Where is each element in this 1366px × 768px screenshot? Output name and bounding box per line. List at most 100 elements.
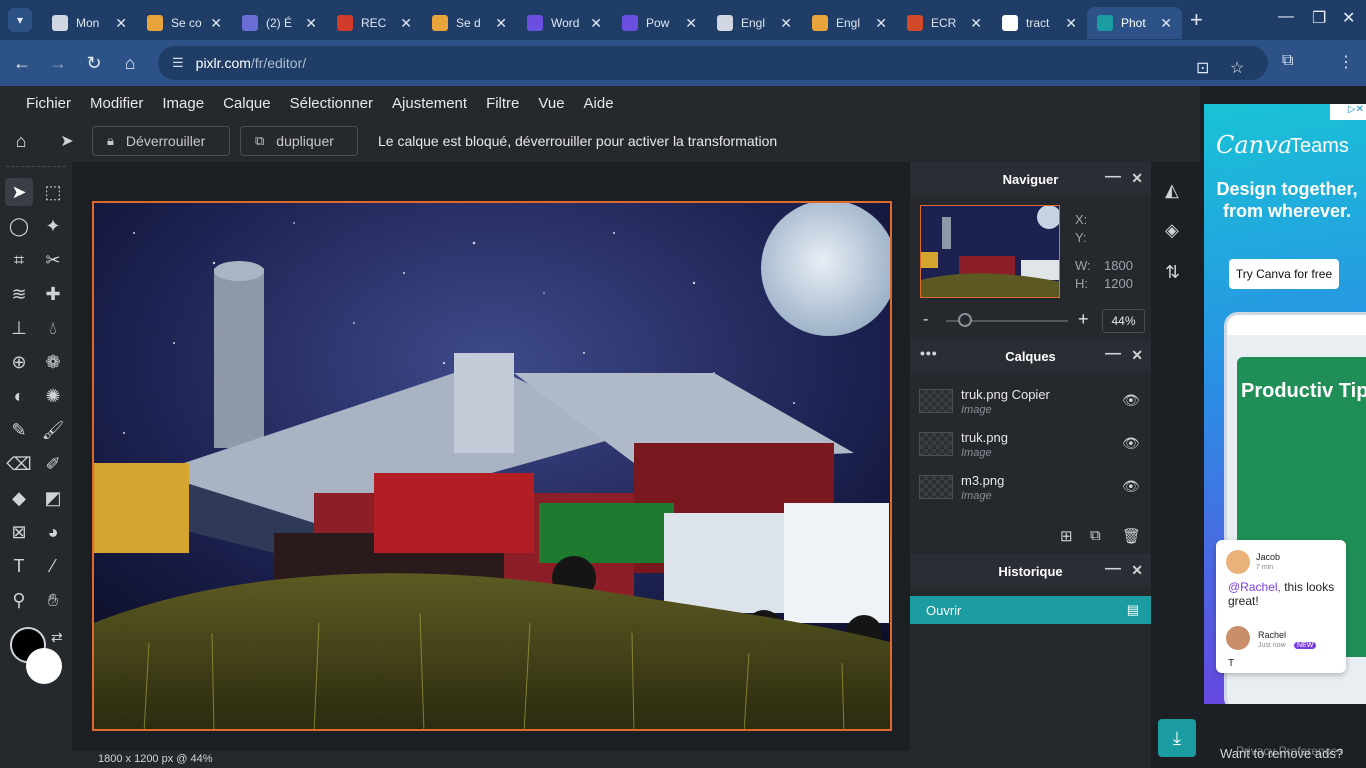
download-icon[interactable]: ⤓	[1158, 719, 1196, 757]
menu-item[interactable]: Fichier	[26, 95, 71, 112]
menu-item[interactable]: Vue	[538, 95, 564, 112]
browser-tab[interactable]: Engl ✕	[802, 7, 897, 39]
hand-tool[interactable]: ✋︎	[39, 586, 67, 614]
dodge-tool[interactable]: ◐	[5, 382, 33, 410]
unlock-button[interactable]: 🔒︎ Déverrouiller	[92, 126, 230, 156]
sponge-tool[interactable]: ⊕	[5, 348, 33, 376]
crop-tool[interactable]: ⌗	[5, 246, 33, 274]
browser-tab[interactable]: tract ✕	[992, 7, 1087, 39]
fill-tool[interactable]: ◆	[5, 484, 33, 512]
layer-row[interactable]: truk.png Copier Image 👁︎	[910, 379, 1151, 422]
address-bar[interactable]: ☰ pixlr.com /fr/editor/ ⊡ ☆	[158, 46, 1268, 80]
blur-tool[interactable]: 💧︎	[39, 314, 67, 342]
zoom-tool[interactable]: ⚲	[5, 586, 33, 614]
frame-tool[interactable]: ⊠	[5, 518, 33, 546]
tab-close-icon[interactable]: ✕	[875, 15, 887, 32]
tab-close-icon[interactable]: ✕	[305, 15, 317, 32]
reload-icon[interactable]: ↻	[76, 53, 112, 74]
zoom-out-button[interactable]: -	[923, 311, 928, 329]
pencil-tool[interactable]: ✎	[5, 416, 33, 444]
brush-tool[interactable]: 🖌︎	[39, 416, 67, 444]
remove-ads-link[interactable]: Want to remove ads?	[1220, 746, 1343, 761]
close-panel-icon[interactable]: ✕	[1131, 562, 1143, 579]
arrange-tool[interactable]: ➤	[5, 178, 33, 206]
duplicate-layer-icon[interactable]: ⧉	[1090, 527, 1101, 544]
layer-options-icon[interactable]: •••	[920, 345, 938, 361]
menu-item[interactable]: Aide	[584, 95, 614, 112]
close-window-icon[interactable]: ✕	[1342, 8, 1355, 28]
close-panel-icon[interactable]: ✕	[1131, 170, 1143, 187]
heal-tool[interactable]: ✚	[39, 280, 67, 308]
install-app-icon[interactable]: ⊡	[1196, 58, 1209, 78]
browser-menu-icon[interactable]: ⋮	[1338, 52, 1354, 72]
layers-toggle-icon[interactable]: ◈	[1165, 220, 1179, 241]
history-toggle-icon[interactable]: ⇅	[1165, 262, 1180, 283]
tab-close-icon[interactable]: ✕	[970, 15, 982, 32]
browser-tab[interactable]: (2) É ✕	[232, 7, 327, 39]
extensions-icon[interactable]: ⧉	[1282, 52, 1293, 70]
background-color-swatch[interactable]	[26, 648, 62, 684]
restore-icon[interactable]: ❐	[1312, 8, 1326, 28]
browser-tab[interactable]: Word ✕	[517, 7, 612, 39]
zoom-percentage-field[interactable]: 44%	[1102, 309, 1145, 333]
tab-close-icon[interactable]: ✕	[210, 15, 222, 32]
delete-layer-icon[interactable]: 🗑︎	[1122, 527, 1141, 545]
tab-close-icon[interactable]: ✕	[115, 15, 127, 32]
minimize-panel-icon[interactable]: —	[1105, 560, 1121, 578]
tab-close-icon[interactable]: ✕	[1065, 15, 1077, 32]
home-app-icon[interactable]: ⌂	[0, 131, 42, 152]
browser-tab[interactable]: Pow ✕	[612, 7, 707, 39]
cutout-tool[interactable]: ✂	[39, 246, 67, 274]
liquify-tool[interactable]: ≋	[5, 280, 33, 308]
tab-search-button[interactable]: ▾	[8, 8, 32, 32]
ad-cta-button[interactable]: Try Canva for free	[1229, 259, 1339, 289]
back-icon[interactable]: ←	[4, 53, 40, 74]
browser-tab[interactable]: Se co ✕	[137, 7, 232, 39]
browser-tab[interactable]: Phot ✕	[1087, 7, 1182, 39]
color-replace-tool[interactable]: ✐	[39, 450, 67, 478]
tab-close-icon[interactable]: ✕	[495, 15, 507, 32]
forward-icon[interactable]: →	[40, 53, 76, 74]
browser-tab[interactable]: REC ✕	[327, 7, 422, 39]
navigator-thumbnail[interactable]	[920, 205, 1060, 298]
zoom-slider-handle[interactable]	[958, 313, 973, 327]
burn-tool[interactable]: ✺	[39, 382, 67, 410]
duplicate-button[interactable]: ⧉ dupliquer	[240, 126, 358, 156]
browser-tab[interactable]: ECR ✕	[897, 7, 992, 39]
tab-close-icon[interactable]: ✕	[780, 15, 792, 32]
minimize-panel-icon[interactable]: —	[1105, 168, 1121, 186]
minimize-panel-icon[interactable]: —	[1105, 345, 1121, 363]
gradient-tool[interactable]: ◩	[39, 484, 67, 512]
swap-colors-icon[interactable]: ⇄	[51, 629, 63, 646]
menu-item[interactable]: Calque	[223, 95, 271, 112]
clone-stamp-tool[interactable]: ⊥	[5, 314, 33, 342]
layer-row[interactable]: truk.png Image 👁︎	[910, 422, 1151, 465]
menu-item[interactable]: Image	[162, 95, 204, 112]
navigator-toggle-icon[interactable]: ◭	[1165, 180, 1179, 201]
site-info-icon[interactable]: ☰	[172, 55, 184, 71]
bookmark-star-icon[interactable]: ☆	[1230, 58, 1244, 78]
tab-close-icon[interactable]: ✕	[685, 15, 697, 32]
magic-wand-tool[interactable]: ✦	[39, 212, 67, 240]
visibility-eye-icon[interactable]: 👁︎	[1122, 392, 1140, 409]
menu-item[interactable]: Modifier	[90, 95, 143, 112]
menu-item[interactable]: Sélectionner	[290, 95, 373, 112]
minimize-icon[interactable]: —	[1278, 8, 1294, 26]
pattern-tool[interactable]: ❁	[39, 348, 67, 376]
browser-tab[interactable]: Se d ✕	[422, 7, 517, 39]
tab-close-icon[interactable]: ✕	[1160, 15, 1172, 32]
visibility-eye-icon[interactable]: 👁︎	[1122, 478, 1140, 495]
tab-close-icon[interactable]: ✕	[590, 15, 602, 32]
add-layer-icon[interactable]: ⊞	[1060, 527, 1073, 545]
image-canvas[interactable]	[92, 201, 892, 731]
eyedropper-tool[interactable]: ⁄	[39, 552, 67, 580]
layer-row[interactable]: m3.png Image 👁︎	[910, 465, 1151, 508]
lasso-tool[interactable]: ◯	[5, 212, 33, 240]
menu-item[interactable]: Ajustement	[392, 95, 467, 112]
text-tool[interactable]: T	[5, 552, 33, 580]
home-icon[interactable]: ⌂	[112, 53, 148, 74]
history-item[interactable]: Ouvrir ▤	[910, 596, 1151, 624]
browser-tab[interactable]: Engl ✕	[707, 7, 802, 39]
menu-item[interactable]: Filtre	[486, 95, 519, 112]
zoom-in-button[interactable]: +	[1078, 309, 1089, 330]
